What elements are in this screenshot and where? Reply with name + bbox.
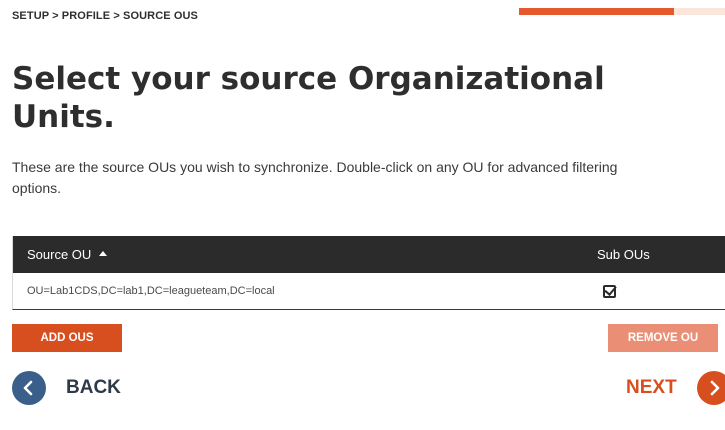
sort-ascending-icon[interactable]: [99, 251, 108, 256]
column-header-sub-ous[interactable]: Sub OUs: [583, 247, 725, 262]
page-title: Select your source Organizational Units.: [12, 61, 605, 135]
column-header-source-ou-label: Source OU: [27, 247, 92, 262]
next-label: NEXT: [626, 377, 677, 398]
add-ous-button[interactable]: ADD OUS: [12, 324, 122, 352]
next-button[interactable]: NEXT: [626, 371, 725, 405]
back-label: BACK: [66, 377, 121, 398]
chevron-right-icon: [696, 371, 725, 405]
cell-source-ou[interactable]: OU=Lab1CDS,DC=lab1,DC=leagueteam,DC=loca…: [13, 285, 583, 297]
description-line-2: options.: [12, 180, 62, 196]
cell-sub-ous: [583, 284, 725, 298]
table-row[interactable]: OU=Lab1CDS,DC=lab1,DC=leagueteam,DC=loca…: [13, 273, 725, 309]
progress-fill: [519, 8, 674, 15]
progress-bar: [519, 8, 725, 15]
source-ou-table: Source OU Sub OUs OU=Lab1CDS,DC=lab1,DC=…: [12, 236, 725, 310]
description-line-1: These are the source OUs you wish to syn…: [12, 159, 618, 175]
chevron-left-icon: [12, 371, 46, 405]
page-description: These are the source OUs you wish to syn…: [12, 157, 725, 199]
remove-ou-button[interactable]: REMOVE OU: [608, 324, 718, 352]
breadcrumb: SETUP > PROFILE > SOURCE OUS: [12, 10, 198, 22]
sub-ous-checkbox[interactable]: [603, 284, 616, 298]
page: SETUP > PROFILE > SOURCE OUS Select your…: [0, 0, 725, 430]
back-button[interactable]: BACK: [12, 371, 121, 405]
table-header: Source OU Sub OUs: [13, 236, 725, 273]
column-header-source-ou[interactable]: Source OU: [13, 247, 583, 262]
